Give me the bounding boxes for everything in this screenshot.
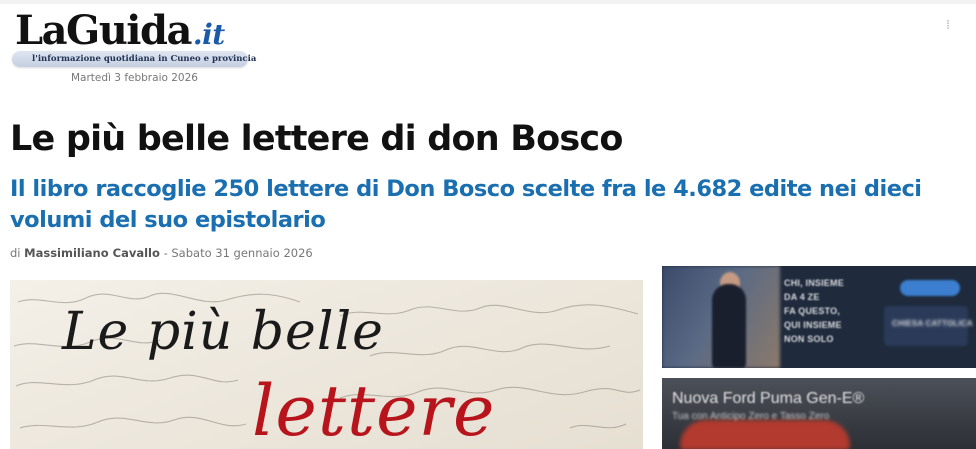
site-logo[interactable]: LaGuida.it l'informazione quotidiana in … bbox=[12, 8, 256, 70]
byline-prefix: di bbox=[10, 246, 21, 260]
ad-badge-text: CHIESA CATTOLICA bbox=[892, 319, 973, 328]
ad-title: Nuova Ford Puma Gen-E® bbox=[672, 390, 865, 407]
ad-person bbox=[712, 284, 746, 368]
cover-title-line1: Le più belle bbox=[62, 302, 384, 362]
ad-ford-puma[interactable]: Nuova Ford Puma Gen-E® Tua con Anticipo … bbox=[662, 378, 976, 449]
article-title: Le più belle lettere di don Bosco bbox=[10, 119, 623, 159]
logo-word-text: LaGuida bbox=[15, 7, 192, 54]
ad-chiesa-cattolica[interactable]: CHI, INSIEME DA 4 ZE FA QUESTO, QUI INSI… bbox=[662, 266, 976, 368]
cover-title-line2: lettere bbox=[252, 370, 496, 449]
ad-text-lines: CHI, INSIEME DA 4 ZE FA QUESTO, QUI INSI… bbox=[784, 276, 844, 346]
menu-dots-icon[interactable]: ⁞ bbox=[946, 18, 950, 33]
ad-line: DA 4 ZE bbox=[784, 292, 820, 302]
ad-line: QUI INSIEME bbox=[784, 320, 842, 330]
ad-line: NON SOLO bbox=[784, 334, 834, 344]
ad-subtitle: Tua con Anticipo Zero e Tasso Zero bbox=[672, 411, 830, 422]
top-strip bbox=[0, 0, 976, 4]
logo-suffix: .it bbox=[192, 18, 225, 51]
current-date: Martedì 3 febbraio 2026 bbox=[71, 72, 198, 84]
article-subtitle: Il libro raccoglie 250 lettere di Don Bo… bbox=[10, 176, 922, 233]
author-link[interactable]: Massimiliano Cavallo bbox=[24, 246, 160, 260]
publish-date: Sabato 31 gennaio 2026 bbox=[171, 246, 313, 260]
byline-separator: - bbox=[163, 246, 168, 260]
article-cover-image[interactable]: Le più belle lettere bbox=[10, 280, 643, 449]
logo-wordmark: LaGuida.it bbox=[15, 8, 225, 58]
ad-line: CHI, INSIEME bbox=[784, 278, 844, 288]
byline: di Massimiliano Cavallo - Sabato 31 genn… bbox=[10, 246, 313, 260]
ad-line: FA QUESTO, bbox=[784, 306, 841, 316]
ad-cta-chip bbox=[900, 280, 960, 296]
logo-tagline: l'informazione quotidiana in Cuneo e pro… bbox=[32, 54, 257, 64]
ad-car-image bbox=[680, 420, 850, 449]
ad-badge-logo: CHIESA CATTOLICA bbox=[884, 306, 973, 346]
